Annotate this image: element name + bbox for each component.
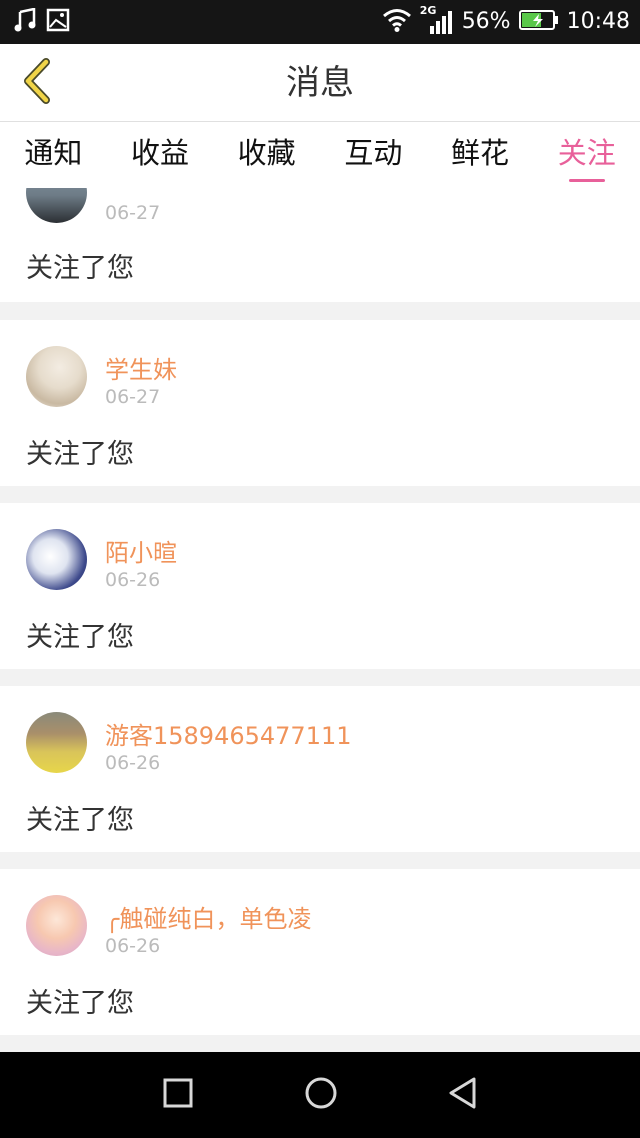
image-icon: [46, 8, 70, 36]
tab-bar: 通知 收益 收藏 互动 鲜花 关注: [0, 122, 640, 188]
avatar[interactable]: [26, 529, 87, 590]
message-text: 关注了您: [26, 439, 134, 470]
status-bar: 2G 56% 10:48: [0, 0, 640, 44]
username[interactable]: 游客1589465477111: [105, 716, 352, 751]
list-item[interactable]: 学生妹 06-27 关注了您: [0, 320, 640, 486]
tab-notice[interactable]: 通知: [0, 122, 107, 188]
tab-favorites[interactable]: 收藏: [213, 122, 320, 188]
username[interactable]: 陌小暄: [105, 533, 177, 568]
music-icon: [14, 7, 36, 36]
avatar[interactable]: [26, 188, 87, 223]
back-triangle-icon: [447, 1076, 479, 1114]
home-button[interactable]: [296, 1070, 346, 1120]
list-item[interactable]: 游客1589465477111 06-26 关注了您: [0, 686, 640, 852]
tab-flowers[interactable]: 鲜花: [427, 122, 534, 188]
tab-interaction[interactable]: 互动: [320, 122, 427, 188]
system-nav-bar: [0, 1052, 640, 1138]
page-title: 消息: [286, 63, 354, 103]
message-text: 关注了您: [26, 622, 134, 653]
back-nav-button[interactable]: [438, 1070, 488, 1120]
clock: 10:48: [566, 9, 630, 34]
message-text: 关注了您: [26, 988, 134, 1019]
list-item[interactable]: ╭触碰纯白，单色凌 06-26 关注了您: [0, 869, 640, 1035]
back-button[interactable]: [12, 58, 62, 108]
wifi-icon: [382, 7, 412, 37]
date: 06-26: [105, 569, 161, 591]
tab-earnings[interactable]: 收益: [107, 122, 214, 188]
message-text: 关注了您: [26, 253, 134, 284]
recent-apps-button[interactable]: [153, 1070, 203, 1120]
date: 06-26: [105, 935, 161, 957]
message-text: 关注了您: [26, 805, 134, 836]
home-icon: [304, 1076, 338, 1114]
username[interactable]: 学生妹: [105, 350, 177, 385]
signal-icon: 2G: [420, 4, 454, 36]
date: 06-26: [105, 752, 161, 774]
avatar[interactable]: [26, 346, 87, 407]
app-header: 消息: [0, 44, 640, 122]
battery-percent: 56%: [461, 9, 511, 34]
date: 06-27: [105, 386, 161, 408]
username[interactable]: ╭触碰纯白，单色凌: [105, 899, 311, 934]
list-item[interactable]: 06-27 关注了您: [0, 188, 640, 302]
avatar[interactable]: [26, 895, 87, 956]
chevron-left-icon: [20, 58, 54, 108]
avatar[interactable]: [26, 712, 87, 773]
list-item[interactable]: 陌小暄 06-26 关注了您: [0, 503, 640, 669]
follow-list: 06-27 关注了您 学生妹 06-27 关注了您 陌小暄 06-26 关注了您…: [0, 188, 640, 1052]
battery-icon: [518, 9, 559, 35]
tab-follow[interactable]: 关注: [533, 122, 640, 188]
date: 06-27: [105, 202, 161, 224]
recent-apps-icon: [163, 1078, 193, 1112]
